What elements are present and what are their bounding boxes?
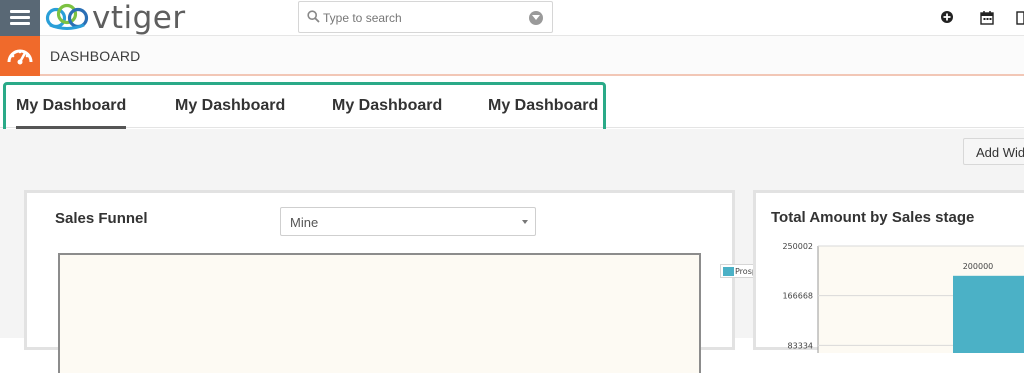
module-header: DASHBOARD: [0, 36, 1024, 76]
search-icon: [307, 10, 320, 23]
vtiger-logo-icon: [45, 3, 89, 30]
sales-stage-bar-chart: 250002 166668 83334 200000: [782, 242, 1024, 353]
owner-filter-select[interactable]: Mine: [280, 207, 536, 236]
menu-icon[interactable]: [0, 0, 40, 36]
total-amount-widget: Total Amount by Sales stage 250002 166668…: [753, 190, 1024, 353]
y-tick-label: 250002: [782, 242, 813, 251]
logo-text: vtiger: [92, 0, 186, 36]
chevron-down-icon: [522, 220, 528, 224]
reports-icon[interactable]: [1016, 10, 1024, 25]
search-dropdown-icon[interactable]: [529, 11, 543, 25]
add-icon[interactable]: [940, 10, 954, 24]
dashboard-icon: [0, 36, 40, 76]
y-tick-label: 166668: [782, 292, 813, 301]
bar[interactable]: [953, 275, 1024, 353]
widget-title: Sales Funnel: [55, 210, 148, 227]
calendar-icon[interactable]: [980, 10, 994, 25]
top-navbar: vtiger: [0, 0, 1024, 36]
page-title: DASHBOARD: [50, 48, 141, 64]
funnel-chart-area: [58, 253, 701, 373]
bar-data-label: 200000: [963, 262, 994, 271]
app-logo[interactable]: vtiger: [44, 0, 186, 36]
global-search[interactable]: [298, 1, 553, 33]
y-tick-label: 83334: [788, 341, 813, 350]
add-widget-button[interactable]: Add Widget: [963, 138, 1024, 165]
legend-swatch: [723, 266, 734, 276]
widget-title: Total Amount by Sales stage: [771, 209, 975, 226]
sales-funnel-widget: Sales Funnel Mine Prospecting: [24, 190, 785, 373]
search-input[interactable]: [323, 8, 523, 28]
select-value: Mine: [290, 215, 319, 230]
